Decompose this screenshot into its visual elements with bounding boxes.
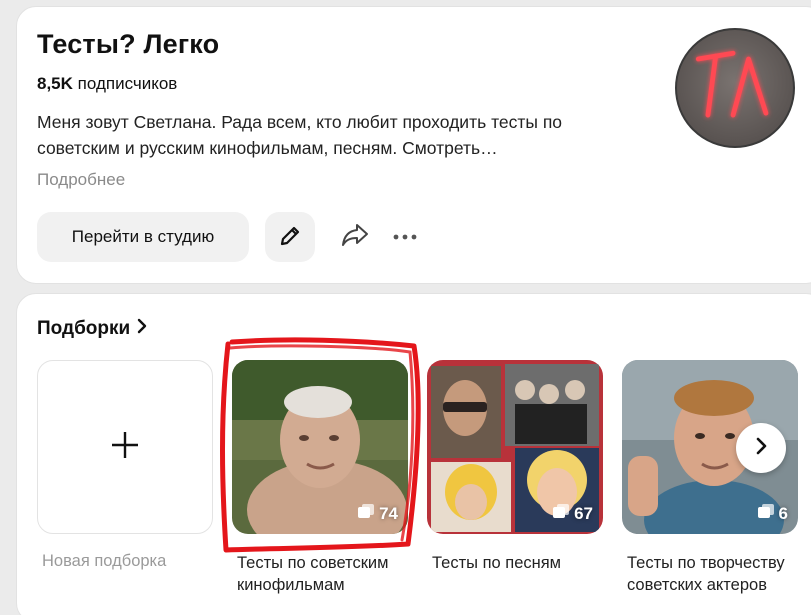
collection-label[interactable]: Тесты по советским кинофильмам bbox=[237, 552, 427, 596]
collection-tile-films[interactable]: 74 bbox=[232, 360, 408, 534]
channel-description: Меня зовут Светлана. Рада всем, кто люби… bbox=[37, 112, 563, 158]
carousel-next-button[interactable] bbox=[736, 423, 786, 473]
subscriber-label: подписчиков bbox=[77, 74, 178, 93]
avatar-logo bbox=[695, 50, 769, 118]
plus-icon bbox=[110, 430, 140, 465]
collection-label[interactable]: Тесты по творчеству советских актеров bbox=[627, 552, 811, 596]
collection-label[interactable]: Тесты по песням bbox=[432, 552, 622, 574]
item-count: 6 bbox=[757, 503, 788, 524]
more-dots-icon bbox=[392, 228, 418, 246]
item-count: 67 bbox=[552, 503, 593, 524]
item-count-value: 6 bbox=[778, 503, 788, 523]
share-arrow-icon bbox=[340, 222, 370, 253]
pencil-icon bbox=[278, 224, 302, 251]
more-link[interactable]: Подробнее bbox=[37, 170, 125, 190]
subscriber-count: 8,5K подписчиков bbox=[37, 74, 177, 94]
collection-tile-songs[interactable]: 67 bbox=[427, 360, 603, 534]
new-collection-button[interactable] bbox=[37, 360, 213, 534]
stack-icon bbox=[357, 503, 375, 524]
channel-title: Тесты? Легко bbox=[37, 29, 220, 59]
item-count: 74 bbox=[357, 503, 398, 524]
subscriber-number: 8,5K bbox=[37, 74, 73, 93]
collections-title: Подборки bbox=[37, 318, 131, 339]
collections-header[interactable]: Подборки bbox=[37, 318, 148, 340]
chevron-right-icon bbox=[136, 318, 148, 340]
edit-button[interactable] bbox=[265, 212, 315, 262]
item-count-value: 74 bbox=[379, 503, 398, 523]
channel-avatar[interactable] bbox=[675, 28, 795, 148]
new-collection-label: Новая подборка bbox=[42, 552, 167, 570]
chevron-right-icon bbox=[754, 437, 768, 460]
stack-icon bbox=[552, 503, 570, 524]
more-options-button[interactable] bbox=[385, 217, 425, 257]
stack-icon bbox=[757, 503, 775, 524]
item-count-value: 67 bbox=[574, 503, 593, 523]
channel-header-card: Тесты? Легко 8,5K подписчиков Меня зовут… bbox=[16, 6, 811, 284]
collections-card: Подборки Новая подборка 74 Тесты по сове… bbox=[16, 293, 811, 615]
share-button[interactable] bbox=[335, 217, 375, 257]
go-to-studio-button[interactable]: Перейти в студию bbox=[37, 212, 249, 262]
